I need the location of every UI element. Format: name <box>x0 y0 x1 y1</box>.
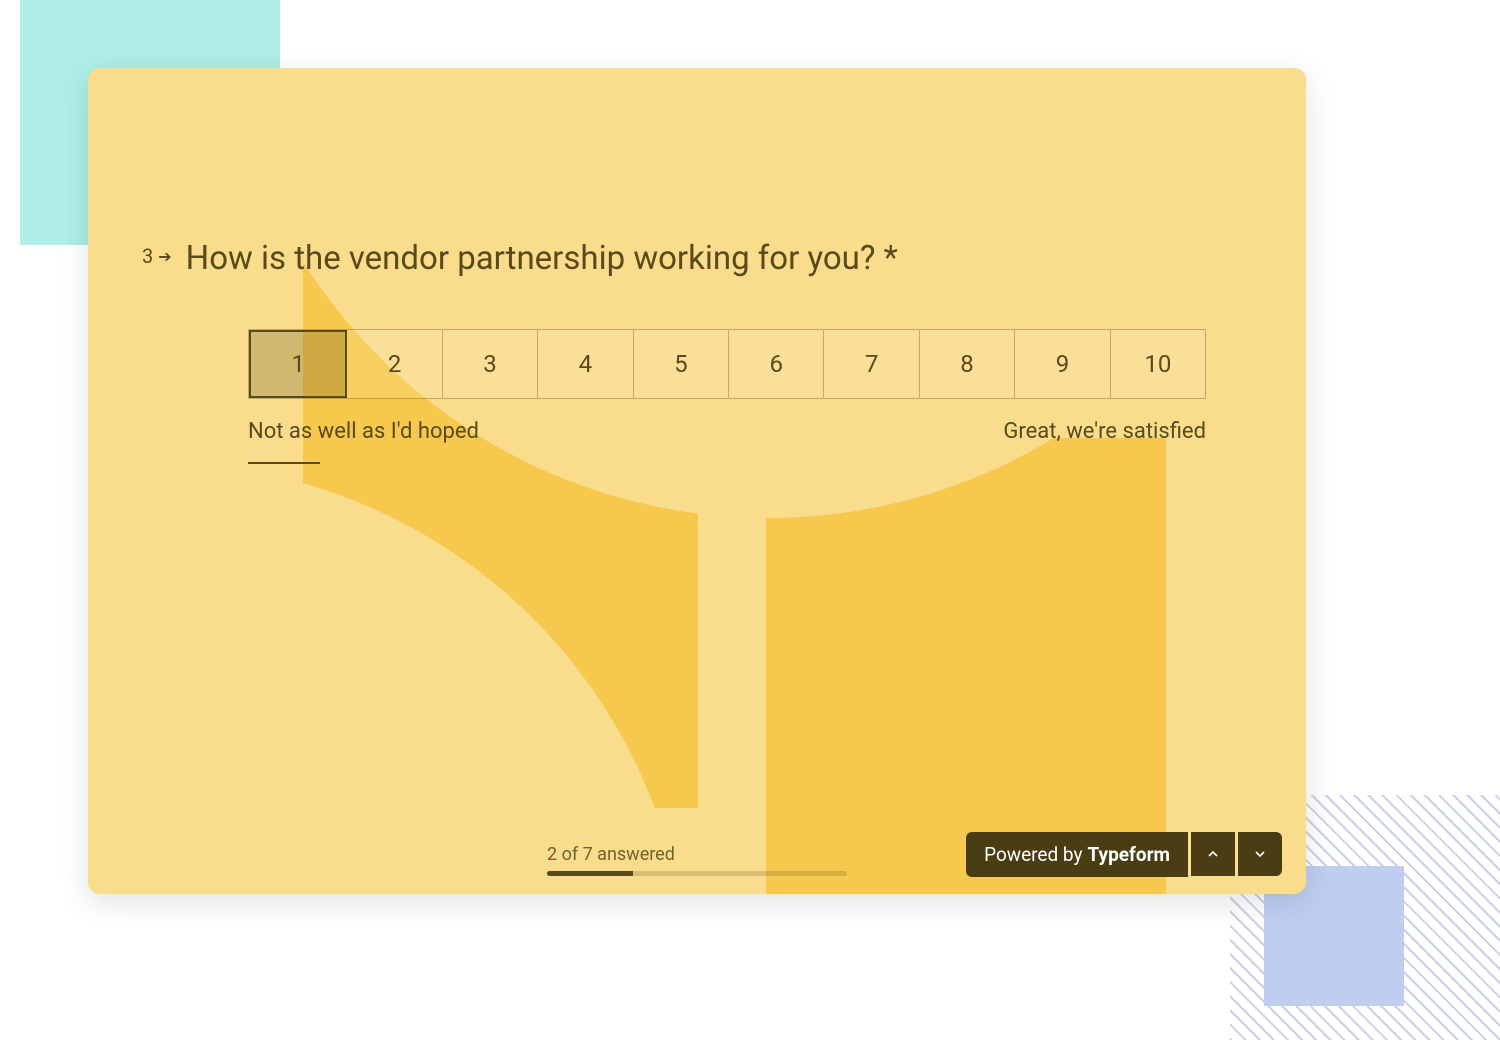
form-card: 3 ➔ How is the vendor partnership workin… <box>88 68 1306 894</box>
rating-option-3[interactable]: 3 <box>443 330 538 398</box>
progress-bar <box>547 871 847 876</box>
underline-decoration <box>248 462 320 464</box>
rating-option-7[interactable]: 7 <box>824 330 919 398</box>
form-footer: 2 of 7 answered Powered by Typeform <box>88 834 1306 894</box>
progress-text: 2 of 7 answered <box>547 844 847 865</box>
rating-option-10[interactable]: 10 <box>1111 330 1205 398</box>
chevron-up-icon <box>1205 846 1221 862</box>
question-number: 3 ➔ <box>142 238 172 268</box>
rating-option-1[interactable]: 1 <box>249 330 347 398</box>
question-content: 3 ➔ How is the vendor partnership workin… <box>88 68 1306 464</box>
rating-container: 1 2 3 4 5 6 7 8 9 10 Not as well as I'd … <box>248 329 1206 464</box>
rating-option-8[interactable]: 8 <box>920 330 1015 398</box>
rating-scale: 1 2 3 4 5 6 7 8 9 10 <box>248 329 1206 399</box>
rating-option-2[interactable]: 2 <box>347 330 442 398</box>
nav-previous-button[interactable] <box>1191 832 1235 876</box>
rating-option-6[interactable]: 6 <box>729 330 824 398</box>
rating-labels: Not as well as I'd hoped Great, we're sa… <box>248 419 1206 444</box>
arrow-right-icon: ➔ <box>158 247 171 266</box>
rating-label-low: Not as well as I'd hoped <box>248 419 479 444</box>
question-number-value: 3 <box>142 244 153 268</box>
rating-option-4[interactable]: 4 <box>538 330 633 398</box>
chevron-down-icon <box>1252 846 1268 862</box>
nav-next-button[interactable] <box>1238 832 1282 876</box>
question-row: 3 ➔ How is the vendor partnership workin… <box>142 238 1206 279</box>
progress-bar-fill <box>547 871 633 876</box>
branding-nav: Powered by Typeform <box>966 832 1282 877</box>
rating-option-5[interactable]: 5 <box>634 330 729 398</box>
rating-option-9[interactable]: 9 <box>1015 330 1110 398</box>
powered-by-prefix: Powered by <box>984 843 1082 866</box>
rating-label-high: Great, we're satisfied <box>1003 419 1206 444</box>
brand-name: Typeform <box>1088 843 1171 866</box>
question-text: How is the vendor partnership working fo… <box>186 238 898 279</box>
powered-by-badge[interactable]: Powered by Typeform <box>966 832 1188 877</box>
progress-section: 2 of 7 answered <box>547 844 847 876</box>
